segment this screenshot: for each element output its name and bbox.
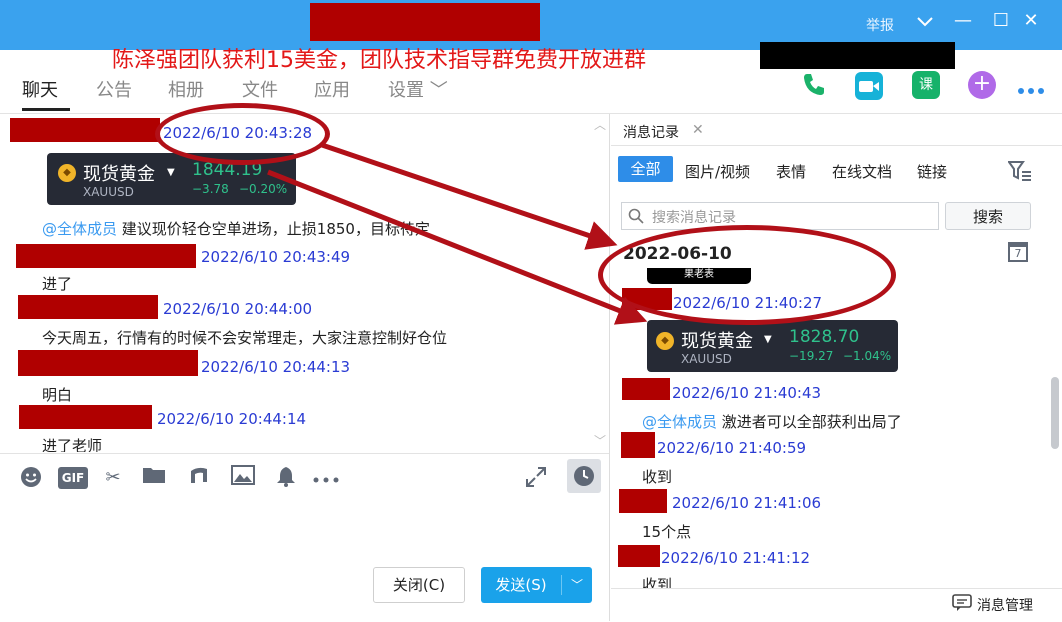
annotation-arrows bbox=[267, 142, 648, 325]
annotation-arrow bbox=[321, 142, 618, 250]
annotation-arrow bbox=[267, 169, 648, 325]
